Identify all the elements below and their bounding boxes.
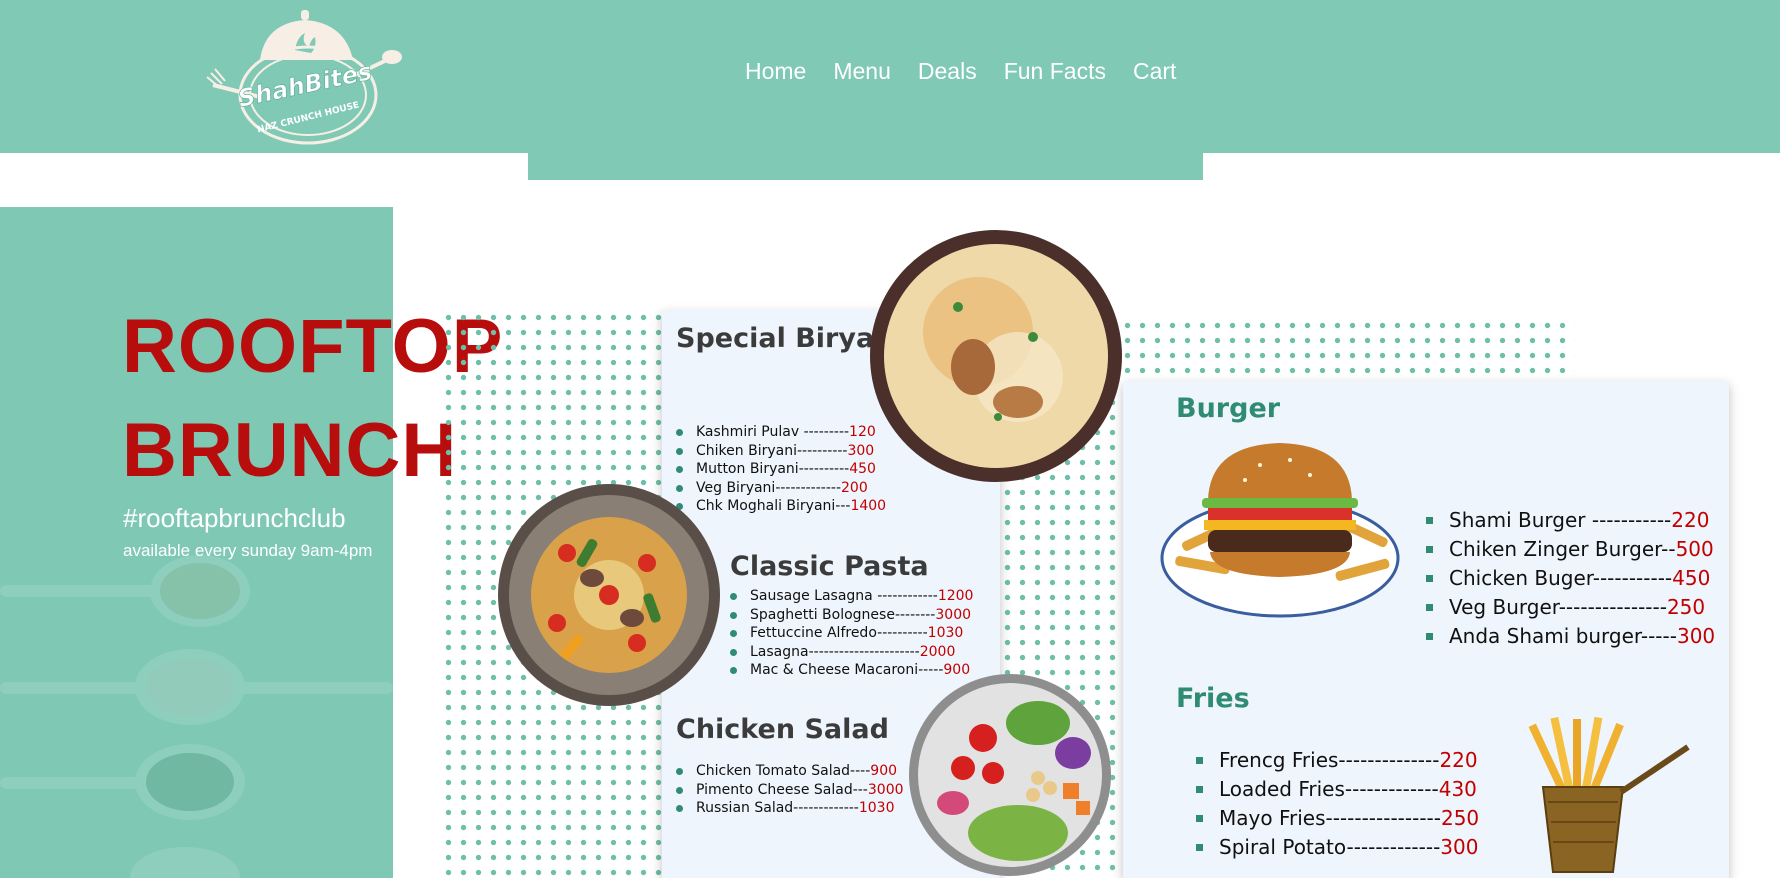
section-title-burger: Burger bbox=[1176, 393, 1281, 424]
fries-list: Frencg Fries--------------220 Loaded Fri… bbox=[1196, 746, 1479, 862]
header-tab-strip bbox=[528, 150, 1203, 180]
pasta-list: Sausage Lasagna ------------1200 Spaghet… bbox=[730, 587, 973, 680]
pasta-image bbox=[498, 484, 720, 706]
section-title-salad: Chicken Salad bbox=[676, 714, 889, 745]
list-item: Spiral Potato-------------300 bbox=[1196, 833, 1479, 862]
salad-list: Chicken Tomato Salad----900 Pimento Chee… bbox=[676, 762, 904, 818]
list-item: Veg Burger---------------250 bbox=[1426, 593, 1715, 622]
list-item: Kashmiri Pulav ---------120 bbox=[676, 423, 886, 442]
nav-deals[interactable]: Deals bbox=[918, 58, 977, 85]
list-item: Fettuccine Alfredo----------1030 bbox=[730, 624, 973, 643]
main-nav: Home Menu Deals Fun Facts Cart bbox=[745, 58, 1176, 85]
list-item: Chicken Tomato Salad----900 bbox=[676, 762, 904, 781]
section-title-pasta: Classic Pasta bbox=[730, 551, 929, 582]
spice-spoons-image bbox=[0, 555, 393, 878]
list-item: Chiken Zinger Burger--500 bbox=[1426, 535, 1715, 564]
hero-hashtag: #rooftapbrunchclub bbox=[123, 503, 346, 533]
hero-subtitle: available every sunday 9am-4pm bbox=[123, 541, 373, 560]
burger-image bbox=[1160, 443, 1400, 618]
list-item: Lasagna----------------------2000 bbox=[730, 643, 973, 662]
list-item: Chiken Biryani----------300 bbox=[676, 442, 886, 461]
list-item: Shami Burger -----------220 bbox=[1426, 506, 1715, 535]
biryani-image bbox=[870, 230, 1122, 482]
salad-image bbox=[909, 674, 1111, 876]
list-item: Chicken Buger-----------450 bbox=[1426, 564, 1715, 593]
list-item: Frencg Fries--------------220 bbox=[1196, 746, 1479, 775]
list-item: Pimento Cheese Salad---3000 bbox=[676, 781, 904, 800]
section-title-fries: Fries bbox=[1176, 683, 1250, 714]
burger-list: Shami Burger -----------220 Chiken Zinge… bbox=[1426, 506, 1715, 651]
list-item: Mayo Fries----------------250 bbox=[1196, 804, 1479, 833]
nav-fun-facts[interactable]: Fun Facts bbox=[1004, 58, 1106, 85]
fries-image bbox=[1528, 717, 1690, 873]
dot-pattern-top bbox=[1120, 318, 1575, 373]
shahbites-logo[interactable]: ShahBites NAZ CRUNCH HOUSE bbox=[205, 5, 405, 150]
list-item: Sausage Lasagna ------------1200 bbox=[730, 587, 973, 606]
nav-home[interactable]: Home bbox=[745, 58, 806, 85]
list-item: Anda Shami burger-----300 bbox=[1426, 622, 1715, 651]
list-item: Spaghetti Bolognese--------3000 bbox=[730, 606, 973, 625]
list-item: Loaded Fries-------------430 bbox=[1196, 775, 1479, 804]
nav-cart[interactable]: Cart bbox=[1133, 58, 1176, 85]
list-item: Russian Salad-------------1030 bbox=[676, 799, 904, 818]
nav-menu[interactable]: Menu bbox=[833, 58, 891, 85]
list-item: Mutton Biryani----------450 bbox=[676, 460, 886, 479]
